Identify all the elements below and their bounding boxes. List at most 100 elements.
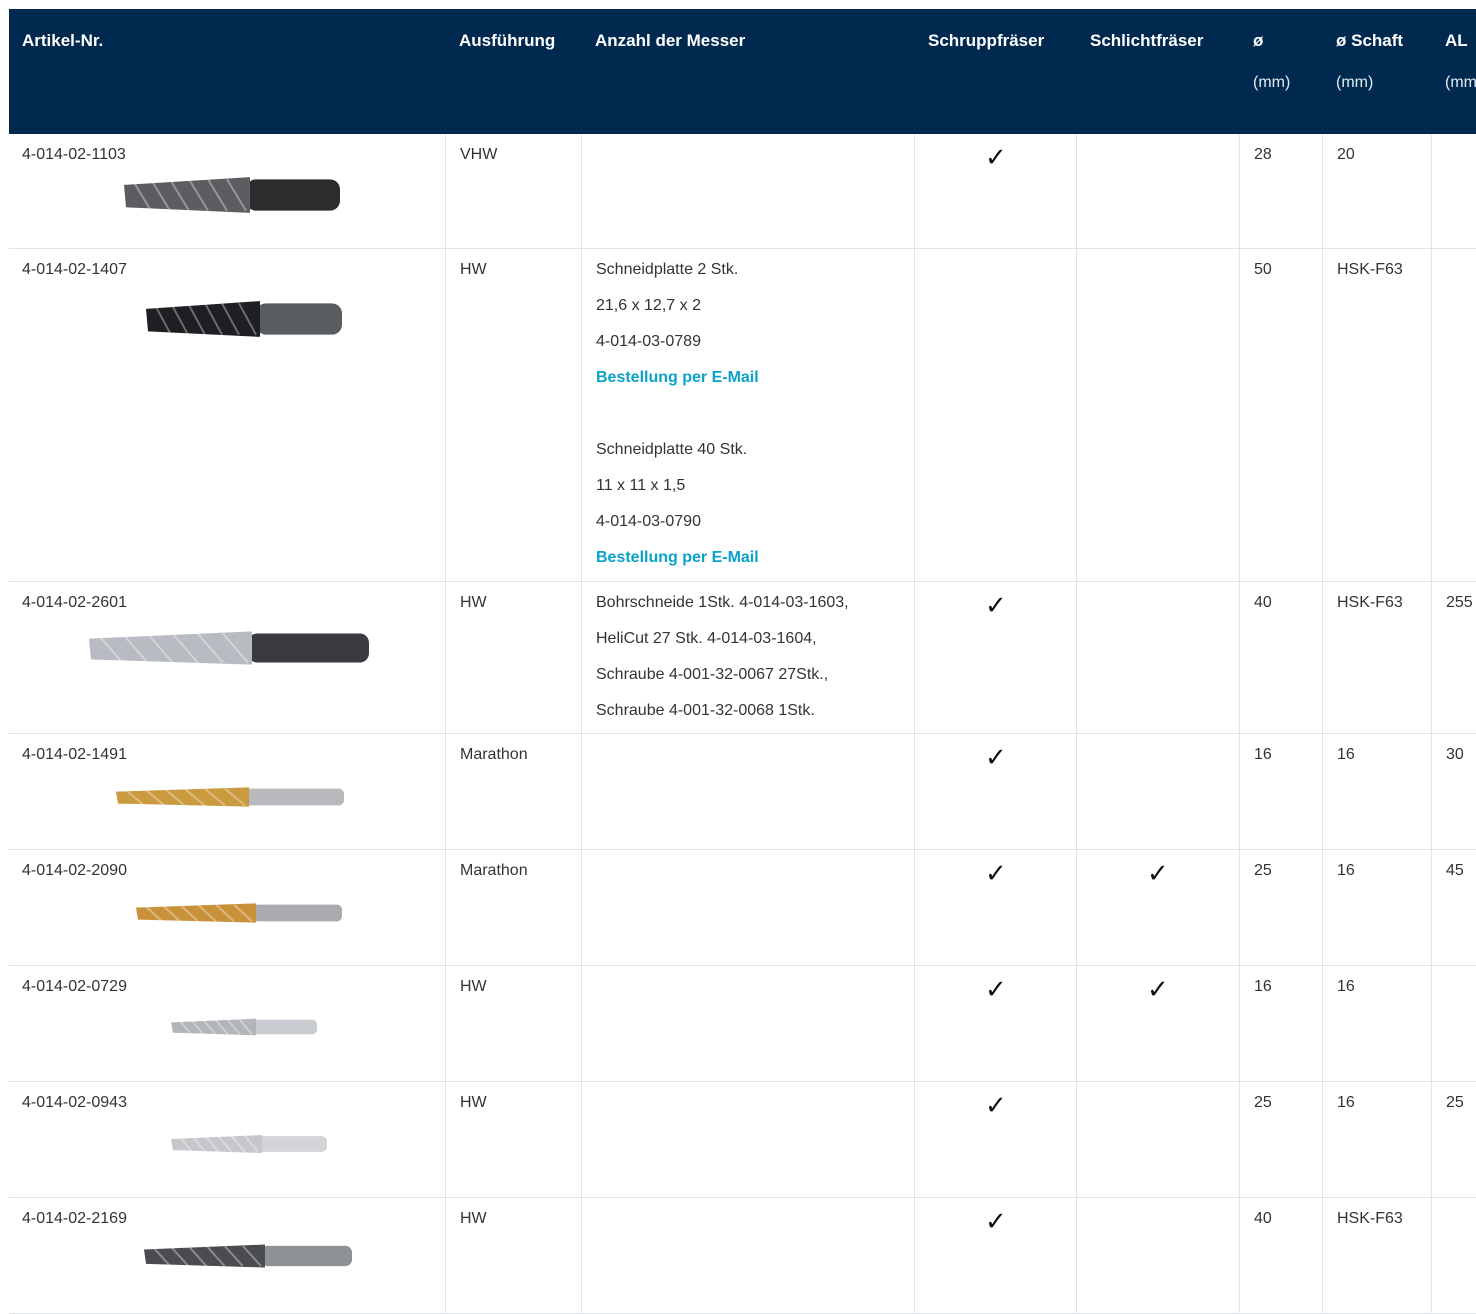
cell-messer (581, 966, 914, 1081)
messer-line: HeliCut 27 Stk. 4-014-03-1604, (596, 630, 817, 647)
header-schrupp[interactable]: Schruppfräser (928, 9, 1044, 51)
tool-image[interactable] (144, 291, 344, 352)
artikel-number[interactable]: 4-014-02-1103 (22, 146, 445, 164)
cell-ausfuehrung: VHW (445, 134, 581, 248)
cell-schaft: HSK-F63 (1322, 249, 1431, 581)
header-al[interactable]: AL (mm (1445, 9, 1476, 92)
check-icon: ✓ (985, 142, 1007, 172)
cell-ausfuehrung: HW (445, 1198, 581, 1313)
cell-schrupp (914, 249, 1076, 581)
cell-ausfuehrung: HW (445, 966, 581, 1081)
header-messer[interactable]: Anzahl der Messer (595, 9, 745, 51)
cell-dia: 28 (1239, 134, 1322, 248)
cell-schaft: HSK-F63 (1322, 1198, 1431, 1313)
tool-image[interactable] (142, 1238, 354, 1279)
ausfuehrung-value: HW (460, 978, 487, 995)
header-ausfuehrung[interactable]: Ausführung (459, 9, 555, 51)
messer-line: 11 x 11 x 1,5 (596, 477, 686, 494)
messer-spacer (596, 405, 914, 441)
artikel-number[interactable]: 4-014-02-0943 (22, 1094, 445, 1112)
cell-messer (581, 1082, 914, 1197)
cell-schaft: 16 (1322, 850, 1431, 965)
cell-dia: 40 (1239, 582, 1322, 733)
cell-schrupp: ✓ (914, 582, 1076, 733)
al-value: 255 (1446, 594, 1473, 611)
cell-ausfuehrung: HW (445, 1082, 581, 1197)
cell-schlicht (1076, 249, 1239, 581)
table-row[interactable]: 4-014-02-1103 VHW ✓ 28 20 (9, 134, 1476, 249)
tool-image[interactable] (122, 167, 342, 228)
cell-messer (581, 134, 914, 248)
table-row[interactable]: 4-014-02-2169 HW ✓ 40 HSK-F63 (9, 1198, 1476, 1314)
cell-al (1431, 134, 1476, 248)
messer-line: Schraube 4-001-32-0067 27Stk., (596, 666, 829, 683)
artikel-number[interactable]: 4-014-02-2090 (22, 862, 445, 880)
artikel-number[interactable]: 4-014-02-2601 (22, 594, 445, 612)
messer-line: Bohrschneide 1Stk. 4-014-03-1603, (596, 594, 849, 611)
tool-image[interactable] (169, 1130, 329, 1163)
artikel-number[interactable]: 4-014-02-0729 (22, 978, 445, 996)
ausfuehrung-value: Marathon (460, 862, 528, 879)
cell-schrupp: ✓ (914, 1082, 1076, 1197)
order-email-link[interactable]: Bestellung per E-Mail (596, 549, 914, 585)
cell-artikel: 4-014-02-1103 (9, 134, 445, 248)
al-value: 45 (1446, 862, 1464, 879)
table-row[interactable]: 4-014-02-0729 HW ✓ ✓ 16 16 (9, 966, 1476, 1082)
check-icon: ✓ (1147, 858, 1169, 888)
cell-al (1431, 966, 1476, 1081)
table-row[interactable]: 4-014-02-2601 HW Bohrschneide 1Stk. 4-014-… (9, 582, 1476, 734)
table-row[interactable]: 4-014-02-2090 Marathon ✓ ✓ 25 16 45 (9, 850, 1476, 966)
header-schlicht[interactable]: Schlichtfräser (1090, 9, 1203, 51)
check-icon: ✓ (985, 1206, 1007, 1236)
header-dia[interactable]: ø (mm) (1253, 9, 1290, 92)
cell-schaft: 20 (1322, 134, 1431, 248)
tool-image[interactable] (134, 898, 344, 933)
dia-value: 16 (1254, 978, 1272, 995)
cell-schaft: 16 (1322, 734, 1431, 849)
dia-value: 40 (1254, 594, 1272, 611)
check-icon: ✓ (1147, 974, 1169, 1004)
artikel-number[interactable]: 4-014-02-1491 (22, 746, 445, 764)
header-dia-unit: (mm) (1253, 74, 1291, 91)
cell-artikel: 4-014-02-2169 (9, 1198, 445, 1313)
table-row[interactable]: 4-014-02-0943 HW ✓ 25 16 25 (9, 1082, 1476, 1198)
check-icon: ✓ (985, 590, 1007, 620)
cell-messer: Schneidplatte 2 Stk. 21,6 x 12,7 x 2 4-014… (581, 249, 914, 581)
cell-dia: 16 (1239, 966, 1322, 1081)
dia-value: 25 (1254, 1094, 1272, 1111)
cell-dia: 25 (1239, 850, 1322, 965)
table-header: Artikel-Nr. Ausführung Anzahl der Messer… (9, 9, 1476, 134)
dia-value: 25 (1254, 862, 1272, 879)
cell-schlicht (1076, 582, 1239, 733)
artikel-number[interactable]: 4-014-02-2169 (22, 1210, 445, 1228)
order-email-link[interactable]: Bestellung per E-Mail (596, 369, 914, 405)
cell-al: 45 (1431, 850, 1476, 965)
ausfuehrung-value: HW (460, 261, 487, 278)
tool-image[interactable] (87, 622, 371, 679)
check-icon: ✓ (985, 858, 1007, 888)
cell-schlicht: ✓ (1076, 850, 1239, 965)
ausfuehrung-value: Marathon (460, 746, 528, 763)
cell-ausfuehrung: HW (445, 249, 581, 581)
cell-dia: 50 (1239, 249, 1322, 581)
tool-image[interactable] (114, 782, 346, 817)
ausfuehrung-value: HW (460, 594, 487, 611)
header-artikel[interactable]: Artikel-Nr. (22, 9, 103, 51)
cell-schrupp: ✓ (914, 1198, 1076, 1313)
ausfuehrung-value: VHW (460, 146, 498, 163)
artikel-number[interactable]: 4-014-02-1407 (22, 261, 445, 279)
table-row[interactable]: 4-014-02-1491 Marathon ✓ 16 16 30 (9, 734, 1476, 850)
header-al-label: AL (1445, 31, 1468, 50)
cell-artikel: 4-014-02-1491 (9, 734, 445, 849)
messer-line: Schneidplatte 2 Stk. (596, 261, 739, 278)
cell-ausfuehrung: Marathon (445, 850, 581, 965)
schaft-value: HSK-F63 (1337, 594, 1403, 611)
cell-ausfuehrung: Marathon (445, 734, 581, 849)
header-artikel-label: Artikel-Nr. (22, 31, 104, 50)
cell-ausfuehrung: HW (445, 582, 581, 733)
table-row[interactable]: 4-014-02-1407 HW Schneidplatte 2 Stk. 21,6 … (9, 249, 1476, 582)
ausfuehrung-value: HW (460, 1210, 487, 1227)
schaft-value: 16 (1337, 978, 1355, 995)
header-schaft[interactable]: ø Schaft (mm) (1336, 9, 1403, 92)
tool-image[interactable] (169, 1014, 319, 1045)
